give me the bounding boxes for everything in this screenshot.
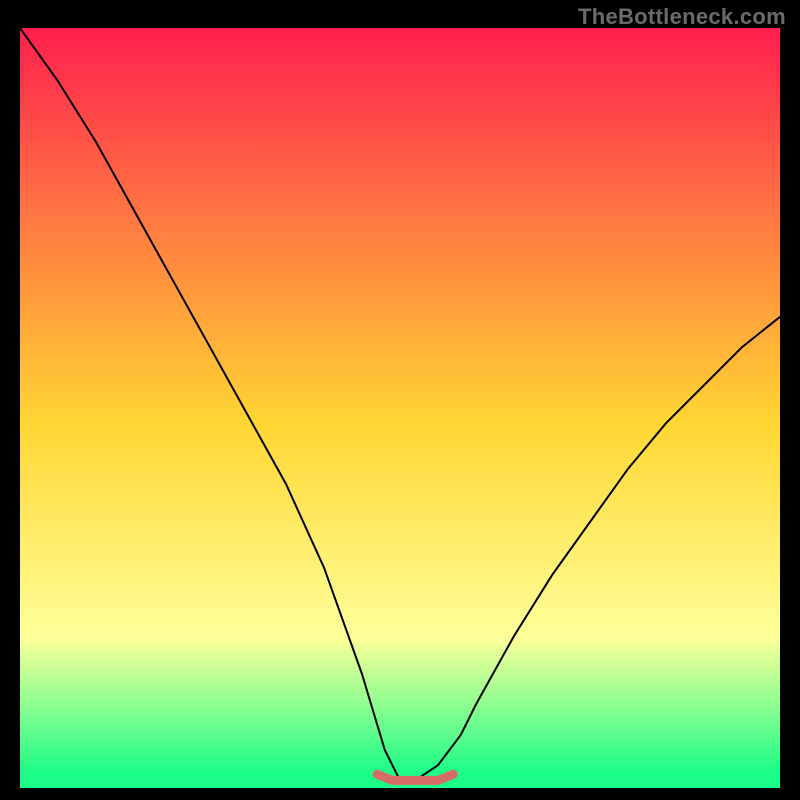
chart-frame: TheBottleneck.com (0, 0, 800, 800)
watermark-text: TheBottleneck.com (578, 4, 786, 30)
bottleneck-chart (20, 28, 780, 788)
gradient-background (20, 28, 780, 788)
